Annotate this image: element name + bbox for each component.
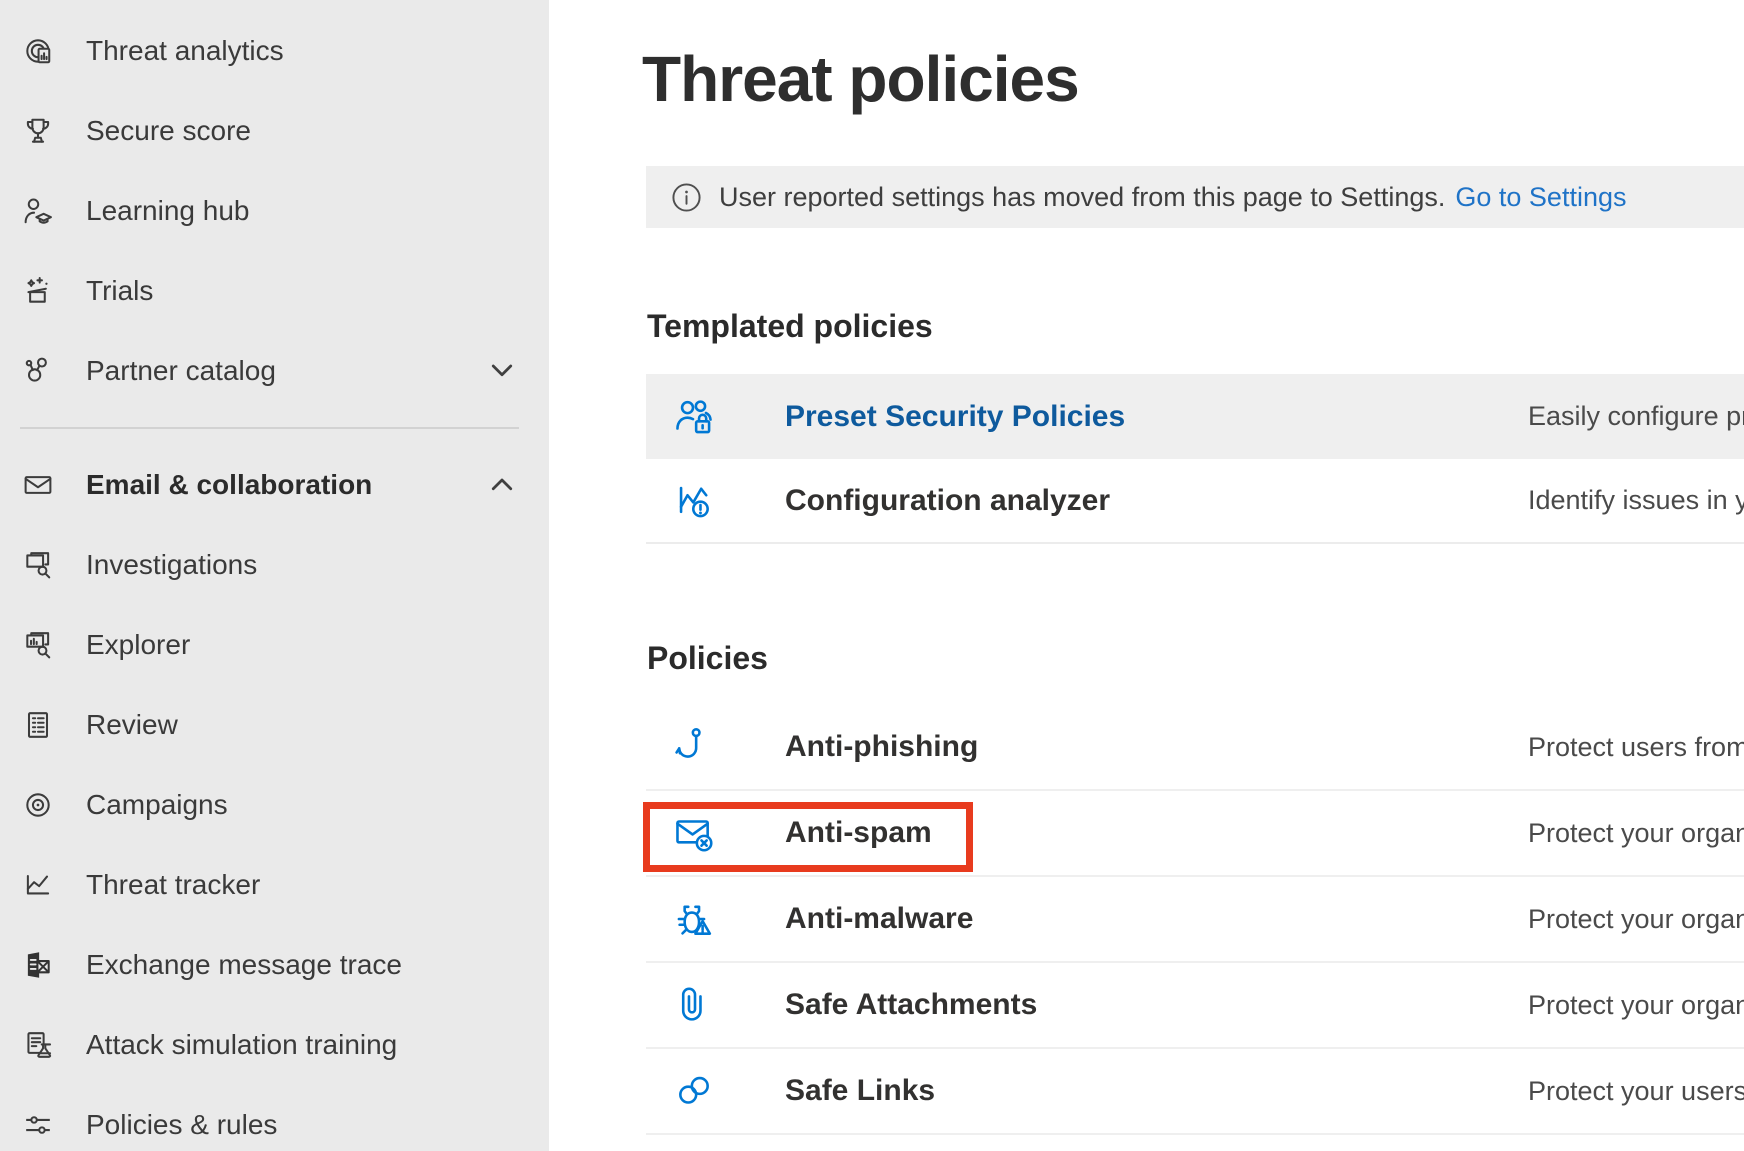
sidebar-item-label: Policies & rules bbox=[86, 1109, 277, 1141]
sidebar-item-label: Partner catalog bbox=[86, 355, 276, 387]
learning-hub-icon bbox=[20, 193, 56, 229]
sidebar-item-threat-analytics[interactable]: Threat analytics bbox=[0, 11, 549, 91]
row-anti-spam[interactable]: Anti-spam Protect your organiz bbox=[646, 791, 1744, 877]
sidebar-item-label: Campaigns bbox=[86, 789, 228, 821]
row-description: Protect your organiz bbox=[1528, 904, 1744, 935]
main-content: Threat policies User reported settings h… bbox=[549, 0, 1744, 1151]
sidebar-divider bbox=[20, 427, 519, 429]
explorer-icon bbox=[20, 627, 56, 663]
row-description: Protect users from p bbox=[1528, 732, 1744, 763]
row-description: Identify issues in you bbox=[1528, 485, 1744, 516]
row-configuration-analyzer[interactable]: Configuration analyzer Identify issues i… bbox=[646, 459, 1744, 544]
configuration-analyzer-link[interactable]: Configuration analyzer bbox=[785, 484, 1110, 518]
safe-attachments-link[interactable]: Safe Attachments bbox=[785, 988, 1037, 1022]
anti-phishing-icon bbox=[671, 724, 717, 770]
investigations-icon bbox=[20, 547, 56, 583]
row-anti-malware[interactable]: Anti-malware Protect your organiz bbox=[646, 877, 1744, 963]
sidebar-item-campaigns[interactable]: Campaigns bbox=[0, 765, 549, 845]
secure-score-icon bbox=[20, 113, 56, 149]
sidebar-item-label: Learning hub bbox=[86, 195, 249, 227]
attack-simulation-icon bbox=[20, 1027, 56, 1063]
sidebar-item-attack-simulation-training[interactable]: Attack simulation training bbox=[0, 1005, 549, 1085]
sidebar-item-label: Investigations bbox=[86, 549, 257, 581]
sidebar-item-learning-hub[interactable]: Learning hub bbox=[0, 171, 549, 251]
trials-icon bbox=[20, 273, 56, 309]
row-description: Protect your organiz bbox=[1528, 990, 1744, 1021]
anti-spam-link[interactable]: Anti-spam bbox=[785, 816, 932, 850]
threat-policies-page: Threat analytics Secure score Learning h… bbox=[0, 0, 1744, 1151]
configuration-analyzer-icon bbox=[671, 478, 717, 524]
chevron-down-icon bbox=[487, 356, 517, 386]
chevron-up-icon bbox=[487, 470, 517, 500]
sidebar-item-label: Secure score bbox=[86, 115, 251, 147]
sidebar-item-trials[interactable]: Trials bbox=[0, 251, 549, 331]
anti-spam-icon bbox=[671, 810, 717, 856]
page-title: Threat policies bbox=[642, 42, 1079, 116]
exchange-icon bbox=[20, 947, 56, 983]
sidebar-item-label: Review bbox=[86, 709, 178, 741]
anti-malware-icon bbox=[671, 896, 717, 942]
row-description: Easily configure prot bbox=[1528, 401, 1744, 432]
sidebar-item-review[interactable]: Review bbox=[0, 685, 549, 765]
sidebar-item-label: Threat tracker bbox=[86, 869, 260, 901]
sidebar-item-label: Attack simulation training bbox=[86, 1029, 397, 1061]
row-anti-phishing[interactable]: Anti-phishing Protect users from p bbox=[646, 705, 1744, 791]
partner-catalog-icon bbox=[20, 353, 56, 389]
sidebar-item-secure-score[interactable]: Secure score bbox=[0, 91, 549, 171]
safe-links-icon bbox=[671, 1068, 717, 1114]
anti-malware-link[interactable]: Anti-malware bbox=[785, 902, 973, 936]
review-icon bbox=[20, 707, 56, 743]
preset-security-policies-link[interactable]: Preset Security Policies bbox=[785, 400, 1125, 434]
campaigns-icon bbox=[20, 787, 56, 823]
sidebar-item-explorer[interactable]: Explorer bbox=[0, 605, 549, 685]
sidebar-item-exchange-message-trace[interactable]: Exchange message trace bbox=[0, 925, 549, 1005]
sidebar-item-policies-rules[interactable]: Policies & rules bbox=[0, 1085, 549, 1151]
templated-policies-list: Preset Security Policies Easily configur… bbox=[646, 374, 1744, 544]
sidebar-item-investigations[interactable]: Investigations bbox=[0, 525, 549, 605]
sidebar: Threat analytics Secure score Learning h… bbox=[0, 0, 549, 1151]
policies-list: Anti-phishing Protect users from p Anti-… bbox=[646, 705, 1744, 1135]
policies-rules-icon bbox=[20, 1107, 56, 1143]
banner-message: User reported settings has moved from th… bbox=[719, 182, 1445, 213]
threat-analytics-icon bbox=[20, 33, 56, 69]
preset-security-policies-icon bbox=[671, 394, 717, 440]
safe-links-link[interactable]: Safe Links bbox=[785, 1074, 935, 1108]
safe-attachments-icon bbox=[671, 982, 717, 1028]
sidebar-item-email-collaboration[interactable]: Email & collaboration bbox=[0, 445, 549, 525]
info-icon bbox=[671, 182, 702, 213]
row-preset-security-policies[interactable]: Preset Security Policies Easily configur… bbox=[646, 374, 1744, 459]
row-safe-attachments[interactable]: Safe Attachments Protect your organiz bbox=[646, 963, 1744, 1049]
sidebar-item-label: Trials bbox=[86, 275, 153, 307]
anti-phishing-link[interactable]: Anti-phishing bbox=[785, 730, 978, 764]
policies-heading: Policies bbox=[647, 640, 768, 677]
row-description: Protect your users fr bbox=[1528, 1076, 1744, 1107]
threat-tracker-icon bbox=[20, 867, 56, 903]
info-banner: User reported settings has moved from th… bbox=[646, 166, 1744, 228]
sidebar-item-threat-tracker[interactable]: Threat tracker bbox=[0, 845, 549, 925]
row-safe-links[interactable]: Safe Links Protect your users fr bbox=[646, 1049, 1744, 1135]
sidebar-item-label: Threat analytics bbox=[86, 35, 284, 67]
go-to-settings-link[interactable]: Go to Settings bbox=[1455, 182, 1626, 213]
sidebar-item-label: Email & collaboration bbox=[86, 469, 372, 501]
templated-policies-heading: Templated policies bbox=[647, 308, 933, 345]
sidebar-item-label: Explorer bbox=[86, 629, 190, 661]
email-icon bbox=[20, 467, 56, 503]
sidebar-item-partner-catalog[interactable]: Partner catalog bbox=[0, 331, 549, 411]
row-description: Protect your organiz bbox=[1528, 818, 1744, 849]
sidebar-item-label: Exchange message trace bbox=[86, 949, 402, 981]
